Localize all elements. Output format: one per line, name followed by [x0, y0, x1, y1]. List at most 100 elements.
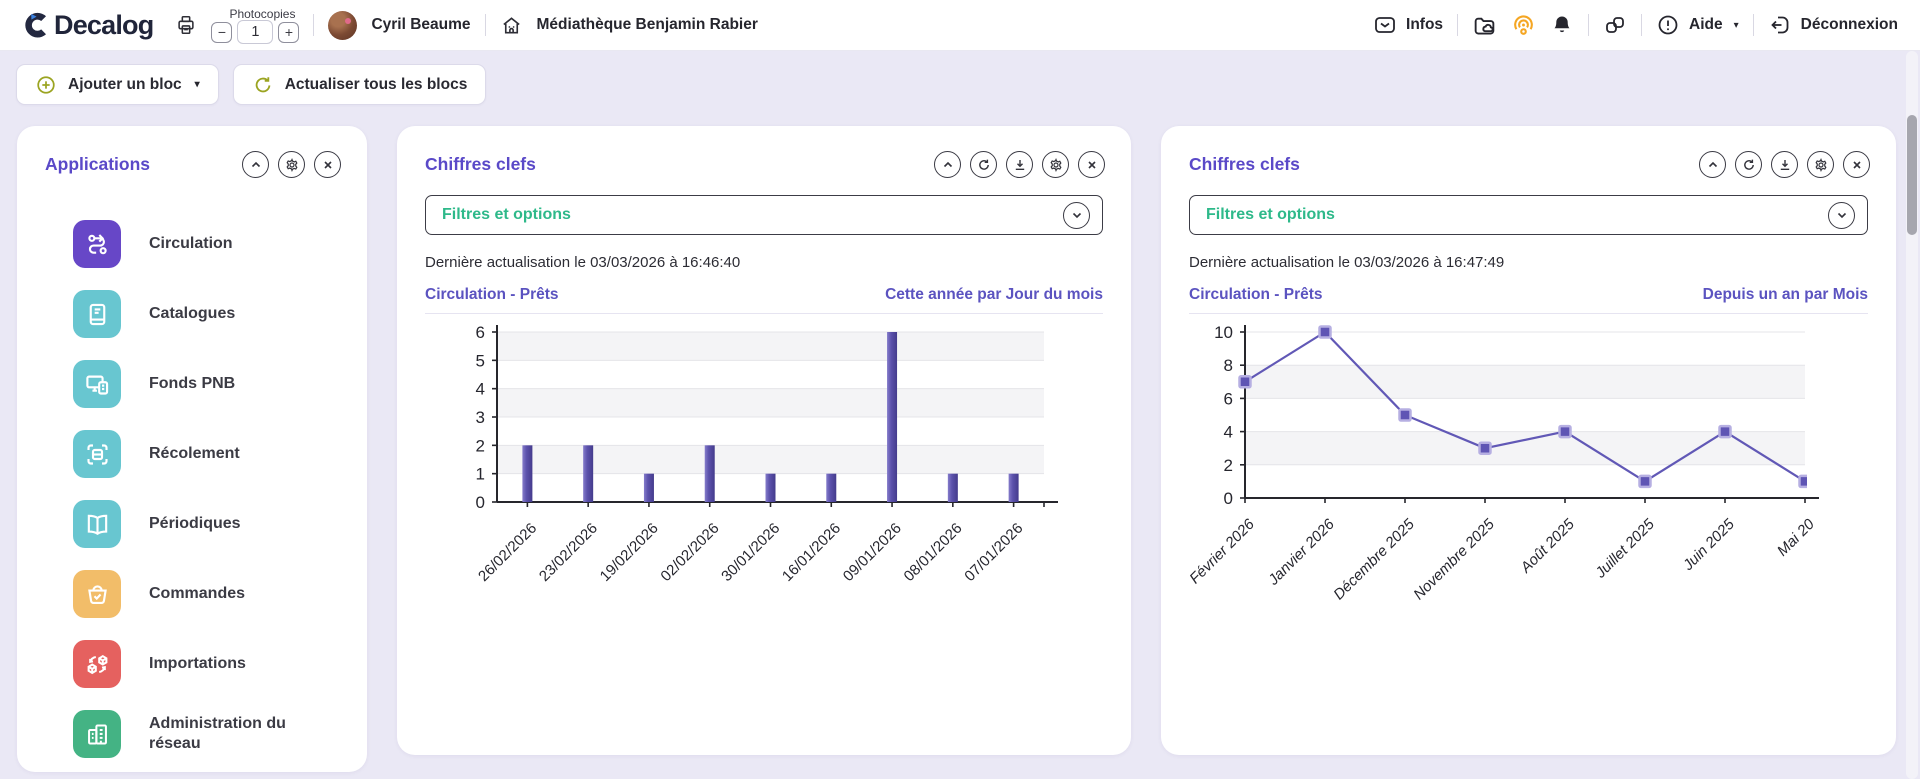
chart-period-link[interactable]: Depuis un an par Mois	[1703, 286, 1868, 304]
folder-cloud-icon[interactable]	[1472, 13, 1497, 38]
filters-label: Filtres et options	[1206, 206, 1335, 223]
svg-text:Mai 20: Mai 20	[1774, 515, 1818, 559]
sidebar-item-label: Récolement	[149, 445, 240, 462]
logo-text: Decalog	[54, 9, 154, 40]
svg-text:Juillet 2025: Juillet 2025	[1591, 515, 1658, 582]
decalog-logo[interactable]: Decalog	[22, 9, 154, 41]
sidebar-item-commandes[interactable]: Commandes	[73, 570, 347, 618]
svg-text:2: 2	[1224, 456, 1233, 475]
panel-title: Chiffres clefs	[425, 154, 536, 174]
svg-text:19/02/2026: 19/02/2026	[597, 520, 662, 585]
vertical-scrollbar-track[interactable]	[1906, 51, 1918, 779]
download-panel-button[interactable]	[1006, 151, 1033, 178]
chart-title-link[interactable]: Circulation - Prêts	[425, 286, 559, 304]
svg-text:Août 2025: Août 2025	[1517, 515, 1579, 577]
chart-links-row: Circulation - Prêts Depuis un an par Moi…	[1189, 286, 1868, 314]
panel-header: Chiffres clefs	[397, 126, 1131, 178]
beacon-icon[interactable]	[1511, 13, 1536, 38]
photocopies-minus-button[interactable]: −	[211, 21, 233, 43]
refresh-panel-button[interactable]	[1735, 151, 1762, 178]
last-update-text: Dernière actualisation le 03/03/2026 à 1…	[425, 254, 741, 271]
chevron-down-icon	[1828, 201, 1855, 229]
chart-title-link[interactable]: Circulation - Prêts	[1189, 286, 1323, 304]
caret-down-icon: ▾	[1733, 19, 1739, 31]
deconnexion-label: Déconnexion	[1800, 16, 1898, 33]
collapse-panel-button[interactable]	[934, 151, 961, 178]
info-circle-icon	[1656, 13, 1680, 37]
envelope-icon	[1373, 13, 1397, 37]
user-avatar[interactable]	[328, 10, 358, 40]
infos-button[interactable]: Infos	[1373, 13, 1443, 37]
sidebar-item-label: Commandes	[149, 585, 246, 602]
open-book-icon	[73, 500, 121, 548]
library-home-icon	[500, 14, 523, 37]
svg-text:4: 4	[476, 380, 485, 399]
applications-panel: Applications Circulation Catalogues Fond…	[17, 126, 367, 772]
panel-settings-button[interactable]	[1042, 151, 1069, 178]
header-divider	[1752, 14, 1754, 36]
sidebar-item-label: Circulation	[149, 235, 233, 252]
sidebar-item-catalogues[interactable]: Catalogues	[73, 290, 347, 338]
close-panel-button[interactable]	[1843, 151, 1870, 178]
svg-text:09/01/2026: 09/01/2026	[840, 520, 905, 585]
basket-icon	[73, 570, 121, 618]
caret-down-icon: ▾	[194, 79, 200, 90]
photocopies-label: Photocopies	[229, 7, 296, 21]
photocopies-input[interactable]	[237, 20, 274, 44]
sidebar-item-importations[interactable]: Importations	[73, 640, 347, 688]
links-icon[interactable]	[1603, 13, 1627, 37]
infos-label: Infos	[1406, 16, 1444, 33]
panel-settings-button[interactable]	[1807, 151, 1834, 178]
refresh-all-blocks-button[interactable]: Actualiser tous les blocs	[232, 64, 487, 105]
applications-list: Circulation Catalogues Fonds PNB Récolem…	[17, 220, 367, 758]
aide-button[interactable]: Aide ▾	[1656, 13, 1739, 37]
sidebar-item-fonds-pnb[interactable]: Fonds PNB	[73, 360, 347, 408]
header-divider	[1641, 14, 1643, 36]
panel-title: Chiffres clefs	[1189, 154, 1300, 174]
close-panel-button[interactable]	[1078, 151, 1105, 178]
svg-text:02/02/2026: 02/02/2026	[657, 520, 722, 585]
chiffres-clefs-panel-2: Chiffres clefs Filtres et options Derniè…	[1161, 126, 1896, 755]
svg-text:2: 2	[476, 436, 485, 455]
line-chart-prets-par-mois: 0 2 4 6 8 10 Février 2026 Janvier 2026Décembre …	[1186, 323, 1819, 603]
svg-text:Décembre 2025: Décembre 2025	[1330, 515, 1418, 603]
sidebar-item-circulation[interactable]: Circulation	[73, 220, 347, 268]
sidebar-item-label: Catalogues	[149, 305, 236, 322]
cubes-icon	[73, 640, 121, 688]
sidebar-item-administration-reseau[interactable]: Administration du réseau	[73, 710, 347, 758]
logout-icon	[1768, 13, 1792, 37]
devices-icon	[73, 360, 121, 408]
svg-text:30/01/2026: 30/01/2026	[718, 520, 783, 585]
user-name: Cyril Beaume	[371, 16, 471, 33]
bar-chart-prets-par-jour: 0 1 2 3 4 5 6 26/02/202623/02/202619/02/202602/…	[475, 323, 1058, 585]
chiffres-clefs-panel-1: Chiffres clefs Filtres et options Derniè…	[397, 126, 1131, 755]
photocopies-plus-button[interactable]: +	[278, 21, 300, 43]
chart-container: 0 2 4 6 8 10 Février 2026 Janvier 2026 Décembre …	[1161, 314, 1896, 630]
vertical-scrollbar-thumb[interactable]	[1907, 115, 1917, 235]
close-panel-button[interactable]	[314, 151, 341, 178]
filters-label: Filtres et options	[442, 206, 571, 223]
plus-circle-icon	[35, 74, 57, 96]
buildings-icon	[73, 710, 121, 758]
svg-text:Novembre 2025: Novembre 2025	[1410, 515, 1498, 603]
download-panel-button[interactable]	[1771, 151, 1798, 178]
collapse-panel-button[interactable]	[242, 151, 269, 178]
sidebar-item-label: Fonds PNB	[149, 375, 236, 392]
deconnexion-button[interactable]: Déconnexion	[1768, 13, 1898, 37]
app-header: Decalog Photocopies − + Cyril Beaume Méd…	[0, 0, 1920, 51]
panel-header: Chiffres clefs	[1161, 126, 1896, 178]
svg-text:16/01/2026: 16/01/2026	[779, 520, 844, 585]
collapse-panel-button[interactable]	[1699, 151, 1726, 178]
chart-period-link[interactable]: Cette année par Jour du mois	[885, 286, 1103, 304]
filters-accordion[interactable]: Filtres et options	[425, 195, 1103, 235]
svg-text:0: 0	[1224, 489, 1233, 508]
sidebar-item-recolement[interactable]: Récolement	[73, 430, 347, 478]
panel-settings-button[interactable]	[278, 151, 305, 178]
add-block-button[interactable]: Ajouter un bloc ▾	[16, 64, 219, 105]
sidebar-item-periodiques[interactable]: Périodiques	[73, 500, 347, 548]
refresh-panel-button[interactable]	[970, 151, 997, 178]
bell-icon[interactable]	[1550, 13, 1574, 37]
filters-accordion[interactable]: Filtres et options	[1189, 195, 1868, 235]
sidebar-item-label: Périodiques	[149, 515, 241, 532]
applications-panel-header: Applications	[17, 126, 367, 178]
